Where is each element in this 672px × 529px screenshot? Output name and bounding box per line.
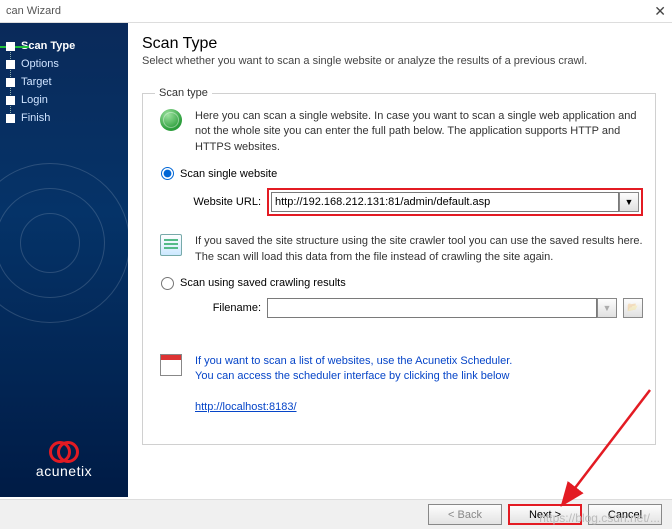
folder-icon: 📂	[627, 302, 638, 313]
file-icon	[160, 234, 182, 256]
main-area: Scan Type Options Target Login Finish ac…	[0, 22, 672, 497]
step-target[interactable]: Target	[6, 73, 128, 91]
back-button: < Back	[428, 504, 502, 525]
chevron-down-icon: ▼	[625, 197, 634, 207]
close-icon[interactable]: ✕	[654, 3, 666, 20]
page-subtitle: Select whether you want to scan a single…	[142, 55, 656, 67]
step-scan-type[interactable]: Scan Type	[6, 37, 128, 55]
url-label: Website URL:	[189, 196, 267, 208]
filename-label: Filename:	[189, 302, 267, 314]
filename-input	[267, 298, 597, 318]
saved-info-text: If you saved the site structure using th…	[195, 234, 643, 265]
scan-type-group: Scan type Here you can scan a single web…	[142, 87, 656, 445]
group-legend: Scan type	[155, 87, 212, 99]
titlebar: can Wizard ✕	[0, 0, 672, 22]
next-button[interactable]: Next >	[508, 504, 582, 525]
acunetix-icon	[44, 437, 84, 461]
brand-logo: acunetix	[0, 437, 128, 479]
radio-scan-single[interactable]: Scan single website	[161, 167, 643, 180]
window-title: can Wizard	[6, 5, 61, 17]
step-finish[interactable]: Finish	[6, 109, 128, 127]
website-url-input[interactable]	[271, 192, 619, 212]
cancel-button[interactable]: Cancel	[588, 504, 662, 525]
radio-saved-results[interactable]: Scan using saved crawling results	[161, 277, 643, 290]
sidebar: Scan Type Options Target Login Finish ac…	[0, 23, 128, 497]
scheduler-link[interactable]: http://localhost:8183/	[195, 401, 297, 413]
calendar-icon	[160, 354, 182, 376]
page-title: Scan Type	[142, 35, 656, 53]
footer: < Back Next > Cancel	[0, 499, 672, 529]
content: Scan Type Select whether you want to sca…	[128, 23, 672, 497]
step-login[interactable]: Login	[6, 91, 128, 109]
filename-dropdown-button: ▼	[597, 298, 617, 318]
radio-scan-single-input[interactable]	[161, 167, 174, 180]
browse-button: 📂	[623, 298, 643, 318]
url-dropdown-button[interactable]: ▼	[619, 192, 639, 212]
chevron-down-icon: ▼	[603, 303, 612, 313]
radio-saved-results-input[interactable]	[161, 277, 174, 290]
intro-text: Here you can scan a single website. In c…	[195, 109, 643, 155]
globe-icon	[160, 109, 182, 131]
url-highlight: ▼	[267, 188, 643, 216]
step-options[interactable]: Options	[6, 55, 128, 73]
scheduler-text: If you want to scan a list of websites, …	[195, 354, 643, 416]
